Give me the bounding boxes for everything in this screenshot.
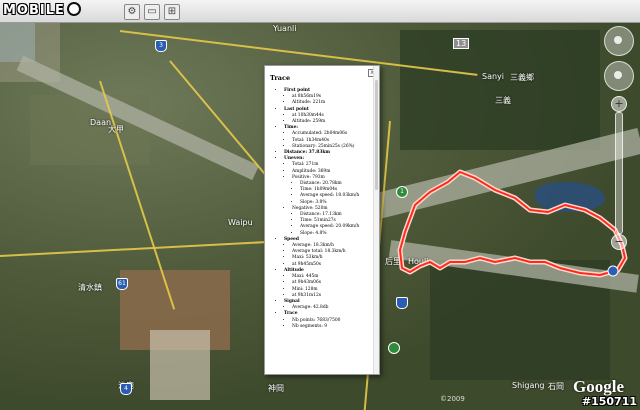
- stat-item: Average speed: 20.09km/h: [300, 224, 369, 230]
- map-navigation-controls: + −: [604, 26, 634, 250]
- settings-button[interactable]: ⚙: [124, 4, 140, 20]
- stat-group: Signal Average: 42.8db: [284, 299, 369, 311]
- trace-info-popup: Trace x First point at 8h56m19s Altitude…: [264, 65, 380, 375]
- popup-scrollbar[interactable]: [373, 66, 379, 374]
- look-compass-control[interactable]: [604, 26, 634, 56]
- gps-track-glow: [397, 169, 628, 278]
- zoom-in-button[interactable]: +: [611, 96, 627, 112]
- stat-group: Trace Nb points: 7683/7500 Nb segments: …: [284, 311, 369, 330]
- layers-button[interactable]: ⊞: [164, 4, 180, 20]
- stat-group: Positive: 793m Distance: 20.78km Time: 1…: [292, 175, 369, 206]
- track-end-marker[interactable]: [607, 265, 619, 277]
- stat-group: Last point at 10h30m44s Altitude: 259m: [284, 107, 369, 126]
- google-logo: Google: [573, 377, 624, 396]
- zoom-out-button[interactable]: −: [611, 234, 627, 250]
- mobile01-logo: MOBILE: [3, 2, 81, 18]
- forum-watermark: #150711: [581, 395, 637, 408]
- zoom-slider[interactable]: [615, 112, 623, 234]
- stat-group: Altitude Maxi: 445m at 9h43m06s Mini: 12…: [284, 268, 369, 299]
- move-pan-control[interactable]: [604, 61, 634, 91]
- stat-group: Negative: 520m Distance: 17.13km Time: 5…: [292, 206, 369, 237]
- stat-group: Speed Average: 18.3km/h Average total: 1…: [284, 237, 369, 268]
- stat-group: Uneven: Total: 271m Amplitude: 369m Posi…: [284, 156, 369, 237]
- popup-title: Trace: [270, 74, 291, 82]
- stat-group: First point at 8h56m19s Altitude: 221m: [284, 88, 369, 107]
- top-toolbar: MOBILE ⚙ ▭ ⊞: [0, 0, 640, 23]
- stat-item: Average speed: 18.03km/h: [300, 193, 369, 199]
- scrollbar-thumb[interactable]: [375, 80, 378, 190]
- stat-group: Time: Accumulated: 2h04m06s Total: 1h34m…: [284, 125, 369, 150]
- trace-stats: First point at 8h56m19s Altitude: 221m L…: [275, 88, 369, 330]
- copyright-text: ©2009: [440, 395, 465, 403]
- stat-item: Nb segments: 9: [292, 324, 369, 330]
- window-button[interactable]: ▭: [144, 4, 160, 20]
